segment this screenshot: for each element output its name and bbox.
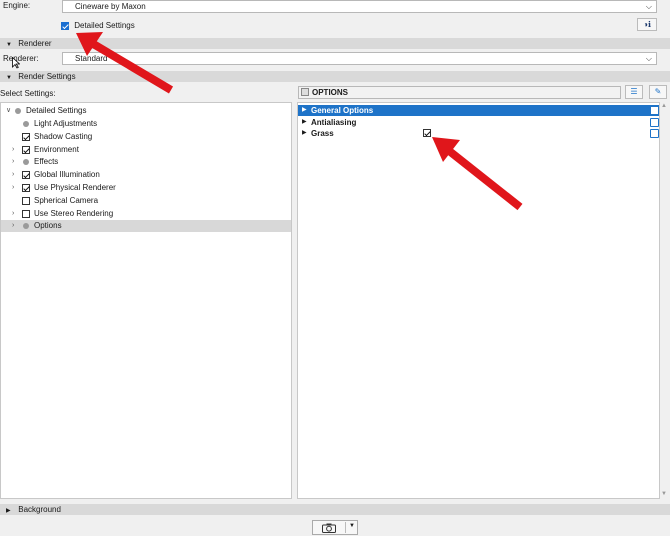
arrow-to-detailed-settings-icon	[76, 32, 174, 94]
arrow-to-grass-checkbox-icon	[432, 137, 523, 211]
annotation-arrows	[76, 32, 523, 211]
